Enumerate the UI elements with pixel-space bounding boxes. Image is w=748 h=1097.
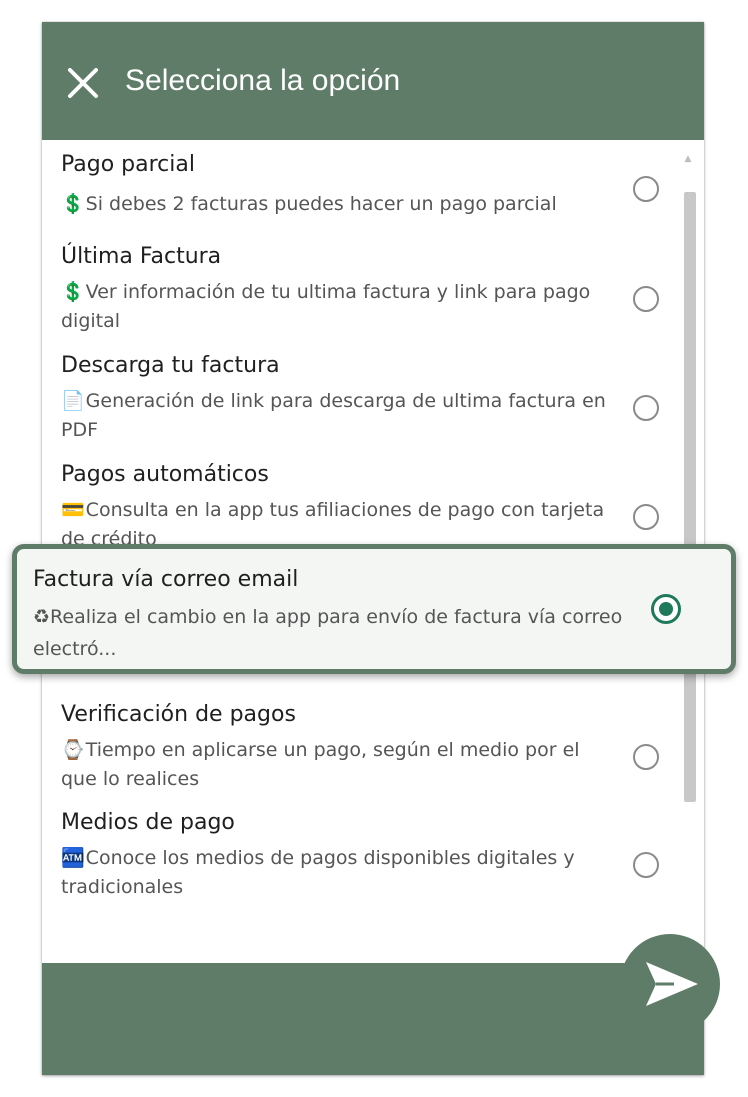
document-icon: 📄 (61, 390, 85, 412)
scrollbar-thumb[interactable] (684, 192, 696, 802)
dollar-icon: 💲 (61, 281, 85, 303)
radio-dot (659, 602, 673, 616)
option-title: Medios de pago (61, 810, 235, 835)
send-icon (646, 962, 698, 1006)
recycle-icon: ♻ (33, 606, 51, 628)
close-icon (68, 68, 98, 98)
close-button[interactable] (64, 64, 102, 102)
dialog-header: Selecciona la opción (42, 22, 704, 140)
option-description: ⌚Tiempo en aplicarse un pago, según el m… (61, 736, 606, 794)
radio-button[interactable] (633, 176, 659, 202)
dollar-icon: 💲 (61, 193, 85, 215)
dialog-footer (42, 963, 704, 1075)
send-button[interactable] (620, 934, 720, 1034)
option-descarga-factura[interactable]: Descarga tu factura 📄Generación de link … (42, 351, 682, 451)
option-description: ♻Realiza el cambio en la app para envío … (33, 606, 623, 660)
watch-icon: ⌚ (61, 739, 85, 761)
option-ultima-factura[interactable]: Última Factura 💲Ver información de tu ul… (42, 242, 682, 342)
option-description: 🏧Conoce los medios de pagos disponibles … (61, 844, 606, 902)
option-description: 💲Si debes 2 facturas puedes hacer un pag… (61, 190, 606, 219)
radio-button-selected[interactable] (651, 594, 681, 624)
option-title: Pago parcial (61, 152, 195, 177)
option-factura-correo-selected[interactable]: Factura vía correo email ♻Realiza el cam… (12, 544, 736, 674)
scroll-up-arrow-icon[interactable]: ▲ (682, 154, 694, 164)
option-title: Última Factura (61, 244, 222, 269)
option-title: Factura vía correo email (33, 567, 299, 592)
option-pago-parcial[interactable]: Pago parcial 💲Si debes 2 facturas puedes… (42, 150, 682, 230)
credit-card-icon: 💳 (61, 499, 85, 521)
option-title: Pagos automáticos (61, 462, 269, 487)
radio-button[interactable] (633, 286, 659, 312)
radio-button[interactable] (633, 504, 659, 530)
option-medios-pago[interactable]: Medios de pago 🏧Conoce los medios de pag… (42, 808, 682, 908)
option-description: 📄Generación de link para descarga de ult… (61, 387, 606, 445)
option-title: Descarga tu factura (61, 353, 280, 378)
option-title: Verificación de pagos (61, 702, 296, 727)
option-description: 💲Ver información de tu ultima factura y … (61, 278, 606, 336)
option-description: 💳Consulta en la app tus afiliaciones de … (61, 496, 606, 548)
radio-button[interactable] (633, 852, 659, 878)
atm-icon: 🏧 (61, 847, 85, 869)
dialog-title: Selecciona la opción (125, 64, 401, 97)
radio-button[interactable] (633, 395, 659, 421)
radio-button[interactable] (633, 744, 659, 770)
option-verificacion-pagos[interactable]: Verificación de pagos ⌚Tiempo en aplicar… (42, 700, 682, 800)
